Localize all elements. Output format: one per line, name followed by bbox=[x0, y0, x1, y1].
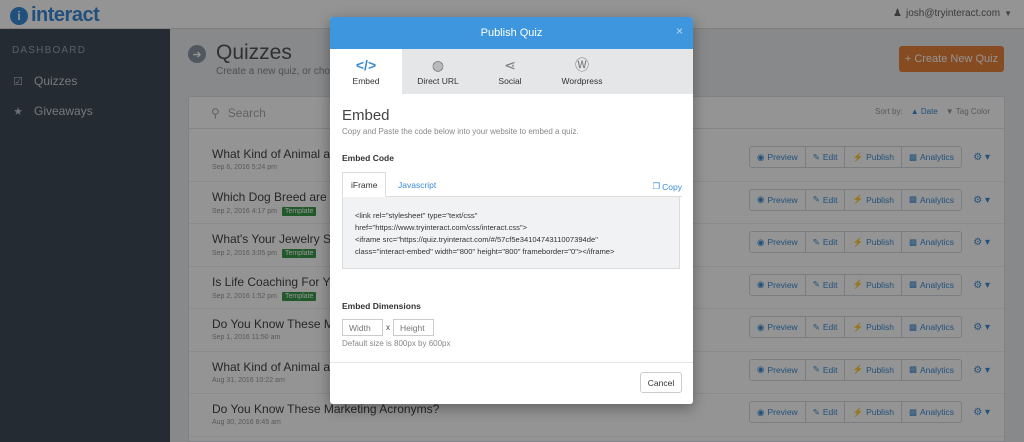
copy-icon: ❐ bbox=[652, 181, 661, 191]
code-line: <link rel="stylesheet" type="text/css" bbox=[355, 211, 478, 220]
tab-label: Social bbox=[498, 76, 522, 86]
dimensions-hint: Default size is 800px by 600px bbox=[342, 339, 451, 348]
modal-body: Embed Copy and Paste the code below into… bbox=[342, 107, 682, 348]
dims-separator: x bbox=[386, 323, 390, 332]
tab-direct-url[interactable]: ◍ Direct URL bbox=[402, 49, 474, 94]
tab-iframe[interactable]: iFrame bbox=[342, 172, 387, 197]
embed-description: Copy and Paste the code below into your … bbox=[342, 127, 579, 136]
tab-javascript[interactable]: Javascript bbox=[390, 172, 444, 197]
wordpress-icon: Ⓦ bbox=[575, 57, 589, 73]
tab-label: Direct URL bbox=[417, 76, 459, 86]
tab-social[interactable]: ⋖ Social bbox=[474, 49, 546, 94]
tab-label: Embed bbox=[352, 76, 380, 86]
copy-label: Copy bbox=[662, 181, 682, 192]
publish-quiz-modal: Publish Quiz × </> Embed ◍ Direct URL ⋖ … bbox=[330, 17, 693, 404]
embed-heading: Embed bbox=[342, 107, 390, 124]
modal-header: Publish Quiz × bbox=[330, 17, 693, 49]
code-line: class="interact-embed" width="800" heigh… bbox=[355, 247, 615, 256]
tab-label: Wordpress bbox=[561, 76, 603, 86]
code-line: href="https://www.tryinteract.com/css/in… bbox=[355, 223, 528, 232]
code-tabs: iFrame Javascript ❐ Copy bbox=[342, 172, 682, 197]
modal-title: Publish Quiz bbox=[480, 27, 543, 39]
publish-tabs: </> Embed ◍ Direct URL ⋖ Social Ⓦ Wordpr… bbox=[330, 49, 693, 94]
close-icon[interactable]: × bbox=[676, 24, 683, 38]
code-line: <iframe src="https://quiz.tryinteract.co… bbox=[355, 235, 598, 244]
tab-wordpress[interactable]: Ⓦ Wordpress bbox=[546, 49, 618, 94]
globe-icon: ◍ bbox=[431, 56, 445, 73]
cancel-button[interactable]: Cancel bbox=[640, 372, 682, 393]
copy-button[interactable]: ❐ Copy bbox=[653, 181, 682, 192]
modal-footer: Cancel bbox=[330, 362, 693, 404]
width-input[interactable] bbox=[342, 319, 383, 336]
tab-embed[interactable]: </> Embed bbox=[330, 49, 402, 94]
dimensions-row: x bbox=[342, 319, 682, 336]
code-icon: </> bbox=[355, 57, 377, 73]
embed-code-box[interactable]: <link rel="stylesheet" type="text/css" h… bbox=[342, 197, 680, 269]
embed-dimensions-label: Embed Dimensions bbox=[342, 301, 421, 311]
height-input[interactable] bbox=[393, 319, 434, 336]
embed-code-label: Embed Code bbox=[342, 153, 394, 163]
share-icon: ⋖ bbox=[504, 56, 516, 73]
